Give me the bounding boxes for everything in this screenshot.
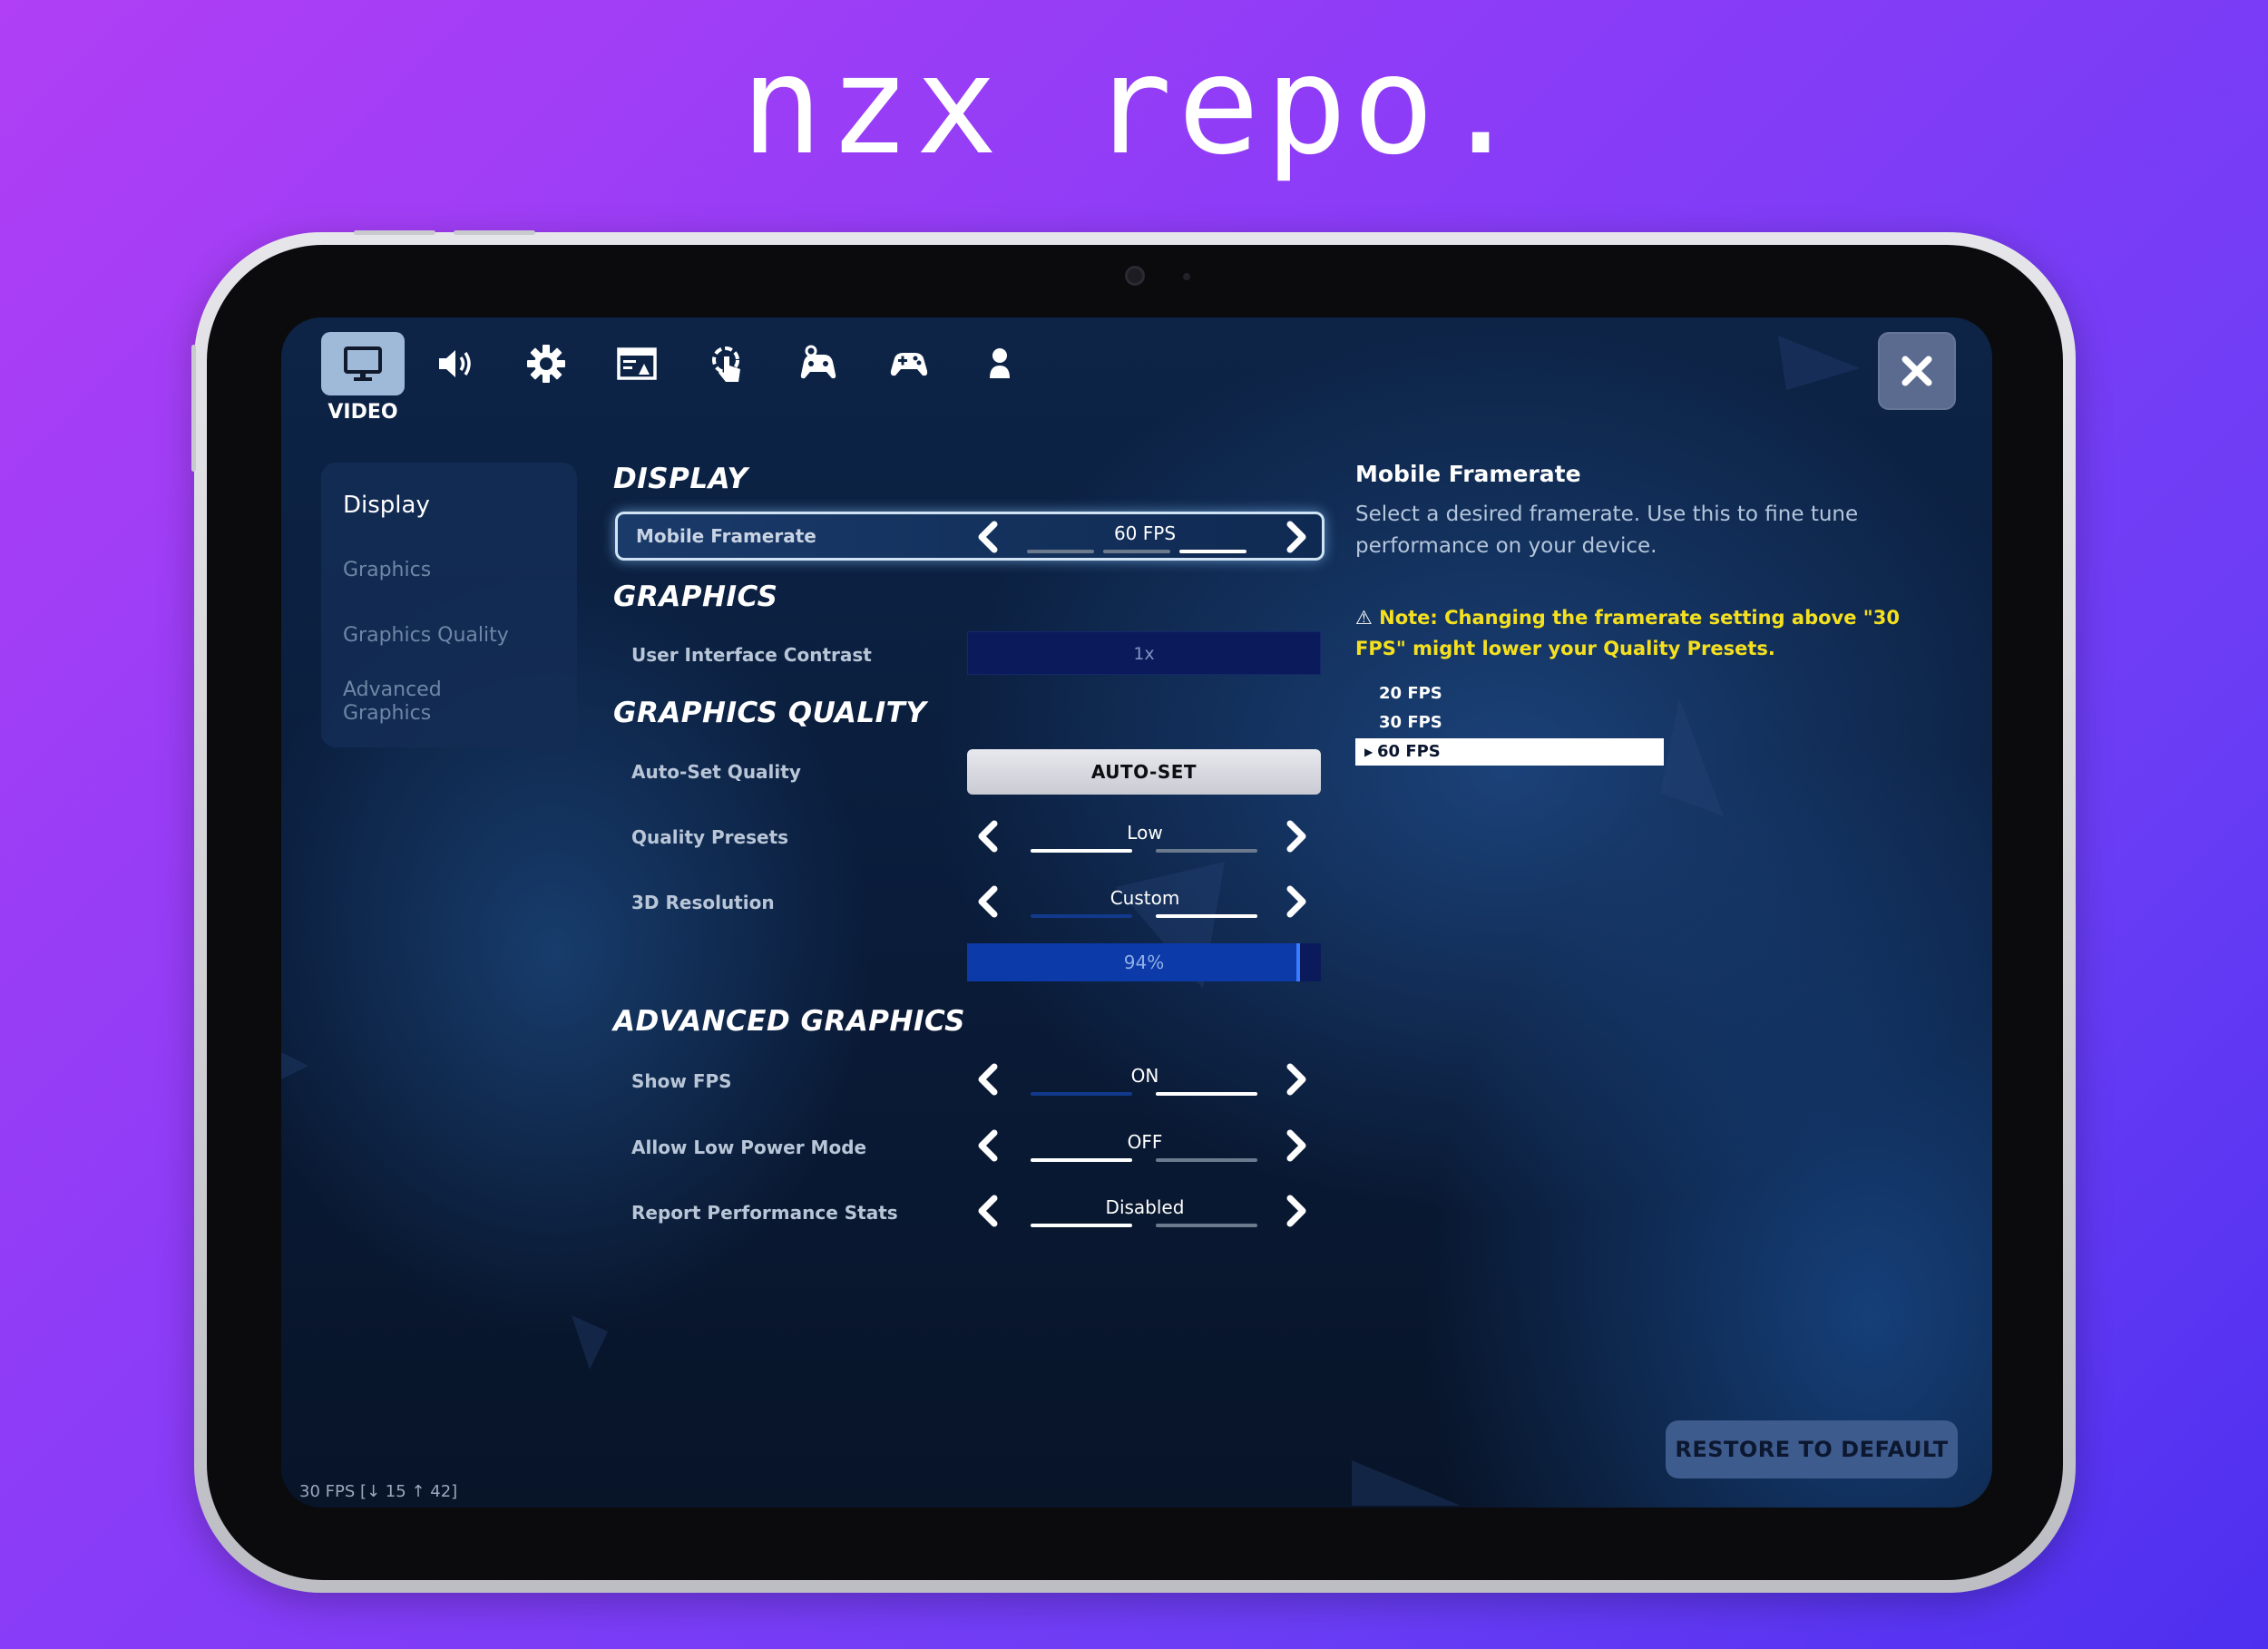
resolution-3d-percent: 94% xyxy=(1123,951,1165,973)
account-icon xyxy=(990,348,1010,378)
background-shard xyxy=(1660,698,1724,816)
top-button xyxy=(454,230,535,235)
touch-icon xyxy=(712,346,740,382)
auto-set-quality-label: Auto-Set Quality xyxy=(631,761,801,783)
info-note: ⚠ Note: Changing the framerate setting a… xyxy=(1355,602,1936,664)
monitor-icon xyxy=(344,346,382,381)
tab-game[interactable] xyxy=(504,332,588,395)
fps-option-selected[interactable]: ▶ 60 FPS xyxy=(1355,738,1664,766)
tab-touch[interactable] xyxy=(686,332,769,395)
resolution-3d-label: 3D Resolution xyxy=(631,892,775,913)
resolution-3d-segment xyxy=(1031,914,1132,918)
show-fps-next-arrow[interactable] xyxy=(1277,1061,1314,1098)
mobile-framerate-segment xyxy=(1103,550,1170,553)
info-note-text: Note: Changing the framerate setting abo… xyxy=(1355,607,1900,659)
fps-option[interactable]: 30 FPS xyxy=(1355,709,1664,737)
brand-title: nzx repo. xyxy=(740,27,1528,185)
sidebar-item-advanced-graphics[interactable]: Advanced Graphics xyxy=(343,678,442,726)
selection-caret-icon: ▶ xyxy=(1364,746,1374,758)
top-button xyxy=(354,230,435,235)
hud-icon xyxy=(617,347,657,380)
background-shard xyxy=(572,1315,608,1370)
light-sensor xyxy=(1183,273,1190,280)
ui-contrast-label: User Interface Contrast xyxy=(631,644,872,666)
gamepad-icon xyxy=(890,353,928,376)
tab-hud[interactable] xyxy=(595,332,679,395)
auto-set-button[interactable]: AUTO-SET xyxy=(967,749,1321,795)
low-power-mode-segment xyxy=(1031,1158,1132,1162)
settings-screen: VIDEO Display Graphics Graphics Quality … xyxy=(281,317,1992,1508)
close-button[interactable] xyxy=(1878,332,1956,410)
resolution-3d-segment xyxy=(1156,914,1257,918)
report-stats-next-arrow[interactable] xyxy=(1277,1193,1314,1229)
show-fps-segment xyxy=(1031,1092,1132,1096)
controller-settings-icon xyxy=(800,345,836,379)
section-title-advanced-graphics: ADVANCED GRAPHICS xyxy=(613,1005,965,1038)
mobile-framerate-segment xyxy=(1179,550,1246,553)
report-stats-prev-arrow[interactable] xyxy=(971,1193,1007,1229)
mobile-framerate-label: Mobile Framerate xyxy=(636,525,816,547)
tab-controller-settings[interactable] xyxy=(777,332,860,395)
front-camera xyxy=(1125,266,1145,286)
section-title-graphics: GRAPHICS xyxy=(613,581,778,613)
resolution-3d-value: Custom xyxy=(1110,887,1180,909)
mobile-framerate-prev-arrow[interactable] xyxy=(971,519,1007,555)
quality-presets-value: Low xyxy=(1127,822,1163,844)
tab-audio[interactable] xyxy=(414,332,497,395)
sidebar-item-display[interactable]: Display xyxy=(343,492,430,519)
gear-icon xyxy=(527,345,565,383)
info-title: Mobile Framerate xyxy=(1355,461,1581,487)
report-stats-label: Report Performance Stats xyxy=(631,1202,898,1224)
mobile-framerate-next-arrow[interactable] xyxy=(1277,519,1314,555)
low-power-mode-next-arrow[interactable] xyxy=(1277,1127,1314,1164)
show-fps-segment xyxy=(1156,1092,1257,1096)
low-power-mode-segment xyxy=(1156,1158,1257,1162)
show-fps-prev-arrow[interactable] xyxy=(971,1061,1007,1098)
tab-controller[interactable] xyxy=(867,332,951,395)
show-fps-label: Show FPS xyxy=(631,1070,732,1092)
low-power-mode-label: Allow Low Power Mode xyxy=(631,1137,867,1158)
tab-video-label: VIDEO xyxy=(327,401,398,424)
close-icon xyxy=(1901,356,1932,386)
resolution-3d-prev-arrow[interactable] xyxy=(971,883,1007,920)
quality-presets-segment xyxy=(1156,849,1257,853)
background-shard xyxy=(281,1052,308,1079)
fps-option[interactable]: 20 FPS xyxy=(1355,680,1664,707)
show-fps-value: ON xyxy=(1130,1065,1159,1087)
sidebar-item-graphics-quality[interactable]: Graphics Quality xyxy=(343,624,509,647)
quality-presets-next-arrow[interactable] xyxy=(1277,818,1314,854)
mobile-framerate-value: 60 FPS xyxy=(1113,522,1177,544)
mobile-framerate-segment xyxy=(1027,550,1094,553)
tab-account[interactable] xyxy=(958,332,1041,395)
low-power-mode-prev-arrow[interactable] xyxy=(971,1127,1007,1164)
background-shard xyxy=(1352,1460,1461,1506)
quality-presets-segment xyxy=(1031,849,1132,853)
tab-video[interactable] xyxy=(321,332,405,395)
low-power-mode-value: OFF xyxy=(1127,1131,1163,1153)
report-stats-segment xyxy=(1031,1224,1132,1227)
resolution-3d-next-arrow[interactable] xyxy=(1277,883,1314,920)
quality-presets-prev-arrow[interactable] xyxy=(971,818,1007,854)
fps-counter: 30 FPS [↓ 15 ↑ 42] xyxy=(299,1482,458,1501)
quality-presets-label: Quality Presets xyxy=(631,826,789,848)
report-stats-value: Disabled xyxy=(1105,1196,1185,1218)
speaker-icon xyxy=(439,350,471,377)
settings-sidebar: Display Graphics Graphics Quality Advanc… xyxy=(321,463,577,747)
section-title-display: DISPLAY xyxy=(613,463,748,495)
side-button xyxy=(191,345,196,472)
ui-contrast-value: 1x xyxy=(1133,644,1155,664)
background-shard xyxy=(1778,336,1860,390)
restore-default-button[interactable]: RESTORE TO DEFAULT xyxy=(1666,1420,1958,1478)
fps-option-selected-label: 60 FPS xyxy=(1377,742,1441,761)
report-stats-segment xyxy=(1156,1224,1257,1227)
section-title-graphics-quality: GRAPHICS QUALITY xyxy=(613,697,927,729)
info-description: Select a desired framerate. Use this to … xyxy=(1355,503,1859,558)
warning-icon: ⚠ xyxy=(1355,607,1380,629)
sidebar-item-graphics[interactable]: Graphics xyxy=(343,559,431,581)
